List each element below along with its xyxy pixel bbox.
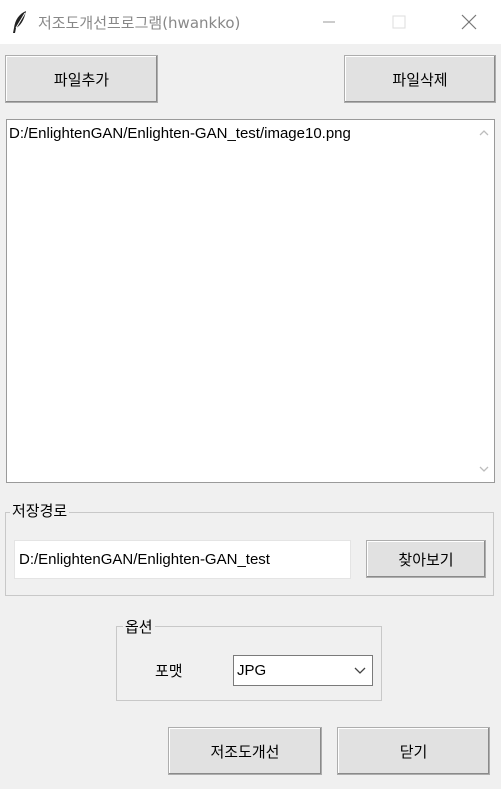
chevron-up-icon[interactable] <box>477 126 491 140</box>
delete-file-button[interactable]: 파일삭제 <box>344 55 496 103</box>
browse-button[interactable]: 찾아보기 <box>366 540 486 578</box>
save-path-group-label: 저장경로 <box>10 500 70 521</box>
format-label: 포맷 <box>155 662 183 680</box>
file-listbox[interactable]: D:/EnlightenGAN/Enlighten-GAN_test/image… <box>6 119 495 483</box>
add-file-button[interactable]: 파일추가 <box>5 55 158 103</box>
window-title: 저조도개선프로그램(hwankko) <box>38 14 241 32</box>
maximize-icon[interactable] <box>376 0 422 44</box>
close-button[interactable]: 닫기 <box>337 727 490 775</box>
enhance-label: 저조도개선 <box>210 742 280 761</box>
chevron-down-icon[interactable] <box>353 665 367 675</box>
title-bar: 저조도개선프로그램(hwankko) <box>0 0 501 44</box>
options-group-label: 옵션 <box>123 616 155 637</box>
format-selected-value: JPG <box>237 662 267 679</box>
chevron-down-icon[interactable] <box>477 462 491 476</box>
list-item[interactable]: D:/EnlightenGAN/Enlighten-GAN_test/image… <box>9 125 351 142</box>
enhance-button[interactable]: 저조도개선 <box>168 727 322 775</box>
close-icon[interactable] <box>446 0 492 44</box>
add-file-label: 파일추가 <box>53 70 110 89</box>
minimize-icon[interactable] <box>306 0 352 44</box>
close-label: 닫기 <box>399 742 428 761</box>
save-path-input[interactable]: D:/EnlightenGAN/Enlighten-GAN_test <box>14 540 351 579</box>
delete-file-label: 파일삭제 <box>392 70 448 89</box>
format-select[interactable]: JPG <box>233 655 373 686</box>
feather-icon <box>13 11 26 33</box>
vertical-scrollbar[interactable] <box>474 120 494 482</box>
browse-label: 찾아보기 <box>398 550 454 569</box>
